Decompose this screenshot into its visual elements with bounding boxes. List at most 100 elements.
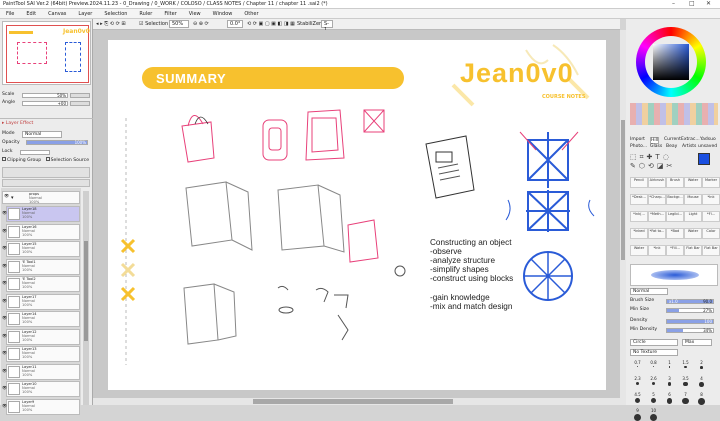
layer-item[interactable]: 👁 'E Tool2 Normal 100% [2, 276, 80, 292]
clipping-checkbox[interactable] [2, 157, 6, 161]
eye-icon[interactable]: 👁 [2, 368, 7, 373]
menu-canvas[interactable]: Canvas [42, 9, 72, 18]
minimize-button[interactable]: – [672, 0, 675, 7]
navigator-preview[interactable]: Jean0v0 [2, 21, 91, 85]
angle-field[interactable]: 0.0° [227, 20, 243, 28]
brush-slot[interactable]: Water [684, 177, 702, 188]
density-slider[interactable]: 100 [666, 319, 714, 324]
layer-item[interactable]: 👁 Layer14 Normal 100% [2, 311, 80, 327]
brush-size-preset[interactable]: 6 [664, 392, 675, 404]
foreground-color-swatch[interactable] [698, 153, 710, 165]
brush-slot[interactable]: Brush [666, 177, 684, 188]
brush-slot[interactable]: Water [684, 228, 702, 239]
layer-item[interactable]: 👁 'E Tool1 Normal 100% [2, 258, 80, 275]
brush-slot[interactable]: Mouse [684, 194, 702, 205]
circle-max-field[interactable]: Max [682, 339, 712, 346]
mode-select[interactable]: Normal [22, 131, 62, 138]
brush-mode-select[interactable]: Normal [630, 288, 668, 295]
brush-slot[interactable]: Legibl... [666, 211, 684, 222]
brush-slot[interactable]: *Ink(... [630, 211, 648, 222]
brush-slot[interactable]: Marker [702, 177, 720, 188]
brush-size-preset[interactable]: 9 [632, 408, 643, 421]
brush-size-preset[interactable]: 10 [648, 408, 659, 421]
eye-icon[interactable]: 👁 [2, 350, 7, 355]
layer-item[interactable]: 👁 Layer12 Normal 100% [2, 328, 80, 345]
zoom-buttons[interactable]: ⊖ ⊕ ⟳ [193, 21, 209, 27]
menu-layer[interactable]: Layer [72, 9, 98, 18]
tab-beay[interactable]: Beay [666, 144, 677, 149]
tab-yadsuo[interactable]: Yadsuo [700, 137, 716, 142]
view-buttons[interactable]: ⟲ ⟳ ▣ ▢ ▣ ◧ ◨ ▦ [247, 21, 295, 27]
layer-folder-props[interactable]: 👁 ▾ props Normal 100% [2, 191, 80, 204]
brush-slot[interactable]: *Charp... [648, 194, 666, 205]
brush-size-preset[interactable]: 3.5 [680, 376, 691, 387]
layer-item[interactable]: 👁 Layer10 Normal 100% [2, 381, 80, 397]
brush-size-preset[interactable]: 4.5 [632, 392, 643, 403]
brush-size-preset[interactable]: 7 [680, 392, 691, 405]
menu-view[interactable]: View [183, 9, 207, 18]
brush-slot[interactable]: Pencil [630, 177, 648, 188]
zoom-field[interactable]: 50% [169, 20, 189, 28]
selection-source-checkbox[interactable] [45, 157, 50, 161]
circle-select[interactable]: Circle [630, 339, 678, 346]
eye-icon[interactable]: 👁 [4, 193, 9, 198]
eye-icon[interactable]: 👁 [2, 333, 7, 338]
layer-item[interactable]: 👁 Layer11 Normal 100% [2, 363, 80, 380]
angle-slider[interactable]: +00 [22, 101, 68, 106]
paper[interactable]: SUMMARY Jean0v0 COURSE NOTES Constructin… [108, 40, 606, 390]
brush-slot[interactable]: Flat Bar [702, 245, 720, 256]
angle-buttons[interactable] [70, 101, 90, 106]
brush-slot[interactable]: *Bad [666, 228, 684, 239]
brush-size-preset[interactable]: 2 [696, 360, 707, 371]
menu-selection[interactable]: Selection [98, 9, 133, 18]
brush-slot[interactable]: Light [684, 211, 702, 222]
close-button[interactable]: ✕ [706, 0, 711, 7]
scale-slider[interactable]: 50% [22, 93, 68, 98]
brush-size-preset[interactable]: 8 [696, 392, 707, 405]
brush-size-preset[interactable]: 3 [664, 376, 675, 387]
layer-item[interactable]: 👁 Layer9 Normal 100% [2, 398, 80, 415]
opacity-slider[interactable]: 100% [26, 140, 88, 145]
layer-item[interactable]: 👁 Layer15 Normal 100% [2, 241, 80, 257]
color-wheel[interactable] [636, 27, 706, 97]
stabilizer-field[interactable]: S-1 [321, 20, 333, 33]
layer-item[interactable]: 👁 Layer17 Normal 100% [2, 293, 80, 310]
maximize-button[interactable]: □ [689, 0, 695, 7]
tab-glass[interactable]: Glass [650, 144, 662, 149]
menu-filter[interactable]: Filter [158, 9, 182, 18]
brush-size-preset[interactable]: 0.7 [632, 360, 643, 371]
brush-size-preset[interactable]: 2.6 [648, 376, 659, 387]
brush-slot[interactable]: Color [702, 228, 720, 239]
selection-toggle[interactable]: ☑ Selection [139, 21, 168, 27]
brush-size-preset[interactable]: 2.3 [632, 376, 643, 387]
brush-slot[interactable]: *Ink [648, 245, 666, 256]
tab-extract[interactable]: Extrac... [681, 137, 700, 142]
brush-slot[interactable]: Water [630, 245, 648, 256]
brush-size-slider[interactable]: x1.0 90.0 [666, 299, 714, 304]
layer-toolbar[interactable] [2, 167, 90, 178]
layer-scrollbar[interactable] [83, 191, 89, 405]
layer-item[interactable]: 👁 Layer13 Normal 100% [2, 346, 80, 362]
scale-buttons[interactable] [70, 93, 90, 98]
brush-slot[interactable]: *Inked [630, 228, 648, 239]
menu-edit[interactable]: Edit [20, 9, 42, 18]
brush-size-preset[interactable]: 1 [664, 360, 675, 371]
tab-current[interactable]: Current [664, 137, 681, 142]
tab-photo[interactable]: Photo... [630, 144, 647, 149]
eye-icon[interactable]: 👁 [2, 403, 7, 408]
brush-slot[interactable]: Airbrush [648, 177, 666, 188]
tab-import[interactable]: Import [630, 137, 645, 142]
brush-slot[interactable]: *Desk... [630, 194, 648, 205]
brush-size-preset[interactable]: 1.5 [680, 360, 691, 371]
eye-icon[interactable]: 👁 [2, 263, 7, 268]
eye-icon[interactable]: 👁 [2, 245, 7, 250]
color-swatches[interactable] [630, 103, 718, 125]
min-size-slider[interactable]: 27% [666, 308, 714, 313]
layer-effect-header[interactable]: ▸ Layer Effect [2, 121, 33, 128]
menu-ruler[interactable]: Ruler [133, 9, 158, 18]
toolbar-icons[interactable]: ◂ ▸ ⎘ ⟲ ⟳ ⊞ [96, 21, 126, 27]
eye-icon[interactable]: 👁 [2, 280, 7, 285]
layer-toolbar-2[interactable] [2, 179, 90, 187]
brush-slot[interactable]: *Fat to... [648, 228, 666, 239]
tab-hill[interactable]: Hill [650, 137, 660, 144]
